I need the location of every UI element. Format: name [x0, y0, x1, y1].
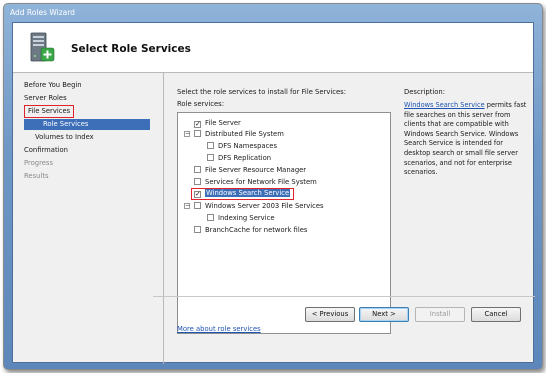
wizard-header: Select Role Services — [13, 23, 533, 73]
previous-button[interactable]: < Previous — [305, 307, 355, 322]
role-services-tree[interactable]: ✓ File Server − Distributed File System D… — [177, 112, 391, 334]
checkbox-icon[interactable] — [194, 202, 201, 209]
description-label: Description: — [404, 88, 446, 96]
window-title: Add Roles Wizard — [10, 8, 75, 17]
tree-item-windows-search-service[interactable]: ✓ Windows Search Service — [191, 188, 295, 200]
step-file-services[interactable]: File Services — [24, 105, 75, 118]
tree-item-dfs-namespaces[interactable]: DFS Namespaces — [207, 141, 277, 151]
step-volumes-to-index[interactable]: Volumes to Index — [35, 132, 94, 143]
install-button: Install — [415, 307, 465, 322]
next-button[interactable]: Next > — [359, 307, 409, 322]
button-separator — [153, 296, 535, 297]
checkbox-checked-icon[interactable]: ✓ — [194, 191, 201, 198]
step-before-you-begin[interactable]: Before You Begin — [24, 80, 82, 91]
tree-item-branchcache[interactable]: BranchCache for network files — [194, 225, 307, 235]
collapse-icon[interactable]: − — [184, 203, 190, 209]
wizard-window: Add Roles Wizard Select Role Services Be… — [3, 3, 543, 370]
step-server-roles[interactable]: Server Roles — [24, 93, 67, 104]
role-services-label: Role services: — [177, 100, 224, 108]
checkbox-icon[interactable] — [194, 166, 201, 173]
tree-item-file-server-resource-manager[interactable]: File Server Resource Manager — [194, 165, 306, 175]
tree-item-indexing-service[interactable]: Indexing Service — [207, 213, 275, 223]
step-results: Results — [24, 172, 49, 180]
tree-item-services-for-nfs[interactable]: Services for Network File System — [194, 177, 317, 187]
step-confirmation[interactable]: Confirmation — [24, 145, 68, 156]
more-about-role-services-link[interactable]: More about role services — [177, 325, 261, 333]
step-role-services[interactable]: Role Services — [24, 119, 150, 130]
page-title: Select Role Services — [71, 43, 191, 55]
tree-item-distributed-file-system[interactable]: Distributed File System — [194, 129, 284, 139]
instruction-text: Select the role services to install for … — [177, 88, 347, 96]
checkbox-icon[interactable] — [207, 214, 214, 221]
checkbox-icon[interactable] — [194, 178, 201, 185]
cancel-button[interactable]: Cancel — [471, 307, 521, 322]
step-progress: Progress — [24, 159, 54, 167]
description-link[interactable]: Windows Search Service — [404, 101, 485, 109]
checkbox-icon[interactable] — [194, 226, 201, 233]
checkbox-icon[interactable] — [207, 154, 214, 161]
checkbox-checked-icon[interactable]: ✓ — [194, 121, 201, 128]
server-install-icon — [30, 32, 55, 62]
wizard-steps-nav: Before You Begin Server Roles File Servi… — [13, 73, 153, 364]
description-text: Windows Search Service permits fast file… — [404, 101, 527, 177]
checkbox-icon[interactable] — [194, 130, 201, 137]
collapse-icon[interactable]: − — [184, 131, 190, 137]
wizard-client-area: Select Role Services Before You Begin Se… — [12, 22, 535, 364]
tree-item-windows-server-2003-file-services[interactable]: Windows Server 2003 File Services — [194, 201, 324, 211]
tree-item-dfs-replication[interactable]: DFS Replication — [207, 153, 271, 163]
checkbox-icon[interactable] — [207, 142, 214, 149]
tree-item-file-server[interactable]: ✓ File Server — [194, 118, 241, 128]
